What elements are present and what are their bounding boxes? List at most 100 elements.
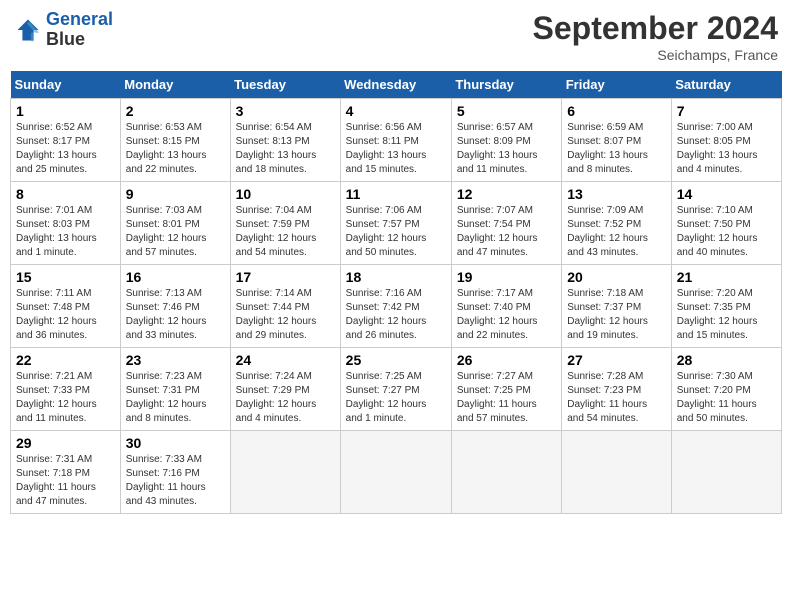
title-block: September 2024 Seichamps, France <box>533 10 778 63</box>
day-number: 8 <box>16 186 115 202</box>
day-number: 7 <box>677 103 776 119</box>
day-number: 4 <box>346 103 446 119</box>
day-18: 18 Sunrise: 7:16 AMSunset: 7:42 PMDaylig… <box>340 265 451 348</box>
day-number: 28 <box>677 352 776 368</box>
day-26: 26 Sunrise: 7:27 AMSunset: 7:25 PMDaylig… <box>451 348 561 431</box>
day-detail: Sunrise: 7:16 AMSunset: 7:42 PMDaylight:… <box>346 287 446 343</box>
day-number: 10 <box>236 186 335 202</box>
day-detail: Sunrise: 7:31 AMSunset: 7:18 PMDaylight:… <box>16 453 115 509</box>
day-number: 21 <box>677 269 776 285</box>
week-row-2: 8 Sunrise: 7:01 AMSunset: 8:03 PMDayligh… <box>11 182 782 265</box>
day-detail: Sunrise: 7:06 AMSunset: 7:57 PMDaylight:… <box>346 204 446 260</box>
empty-cell <box>230 431 340 514</box>
day-27: 27 Sunrise: 7:28 AMSunset: 7:23 PMDaylig… <box>562 348 671 431</box>
month-title: September 2024 <box>533 10 778 47</box>
day-detail: Sunrise: 7:28 AMSunset: 7:23 PMDaylight:… <box>567 370 665 426</box>
day-15: 15 Sunrise: 7:11 AMSunset: 7:48 PMDaylig… <box>11 265 121 348</box>
page-header: General Blue September 2024 Seichamps, F… <box>10 10 782 63</box>
day-5: 5 Sunrise: 6:57 AMSunset: 8:09 PMDayligh… <box>451 99 561 182</box>
day-number: 18 <box>346 269 446 285</box>
day-number: 11 <box>346 186 446 202</box>
day-detail: Sunrise: 7:27 AMSunset: 7:25 PMDaylight:… <box>457 370 556 426</box>
day-detail: Sunrise: 6:53 AMSunset: 8:15 PMDaylight:… <box>126 121 225 177</box>
location: Seichamps, France <box>533 47 778 63</box>
day-number: 2 <box>126 103 225 119</box>
day-16: 16 Sunrise: 7:13 AMSunset: 7:46 PMDaylig… <box>120 265 230 348</box>
day-22: 22 Sunrise: 7:21 AMSunset: 7:33 PMDaylig… <box>11 348 121 431</box>
col-wednesday: Wednesday <box>340 71 451 99</box>
day-detail: Sunrise: 7:33 AMSunset: 7:16 PMDaylight:… <box>126 453 225 509</box>
day-3: 3 Sunrise: 6:54 AMSunset: 8:13 PMDayligh… <box>230 99 340 182</box>
day-number: 3 <box>236 103 335 119</box>
day-detail: Sunrise: 7:01 AMSunset: 8:03 PMDaylight:… <box>16 204 115 260</box>
day-detail: Sunrise: 7:18 AMSunset: 7:37 PMDaylight:… <box>567 287 665 343</box>
col-thursday: Thursday <box>451 71 561 99</box>
day-14: 14 Sunrise: 7:10 AMSunset: 7:50 PMDaylig… <box>671 182 781 265</box>
day-detail: Sunrise: 7:03 AMSunset: 8:01 PMDaylight:… <box>126 204 225 260</box>
calendar-table: Sunday Monday Tuesday Wednesday Thursday… <box>10 71 782 514</box>
day-7: 7 Sunrise: 7:00 AMSunset: 8:05 PMDayligh… <box>671 99 781 182</box>
day-number: 16 <box>126 269 225 285</box>
day-12: 12 Sunrise: 7:07 AMSunset: 7:54 PMDaylig… <box>451 182 561 265</box>
day-11: 11 Sunrise: 7:06 AMSunset: 7:57 PMDaylig… <box>340 182 451 265</box>
day-25: 25 Sunrise: 7:25 AMSunset: 7:27 PMDaylig… <box>340 348 451 431</box>
day-24: 24 Sunrise: 7:24 AMSunset: 7:29 PMDaylig… <box>230 348 340 431</box>
day-detail: Sunrise: 7:25 AMSunset: 7:27 PMDaylight:… <box>346 370 446 426</box>
day-detail: Sunrise: 7:20 AMSunset: 7:35 PMDaylight:… <box>677 287 776 343</box>
day-number: 24 <box>236 352 335 368</box>
day-detail: Sunrise: 7:07 AMSunset: 7:54 PMDaylight:… <box>457 204 556 260</box>
day-1: 1 Sunrise: 6:52 AMSunset: 8:17 PMDayligh… <box>11 99 121 182</box>
week-row-1: 1 Sunrise: 6:52 AMSunset: 8:17 PMDayligh… <box>11 99 782 182</box>
day-number: 22 <box>16 352 115 368</box>
col-sunday: Sunday <box>11 71 121 99</box>
day-detail: Sunrise: 7:00 AMSunset: 8:05 PMDaylight:… <box>677 121 776 177</box>
logo-text: General Blue <box>46 10 113 50</box>
day-number: 26 <box>457 352 556 368</box>
day-detail: Sunrise: 7:11 AMSunset: 7:48 PMDaylight:… <box>16 287 115 343</box>
day-number: 5 <box>457 103 556 119</box>
day-23: 23 Sunrise: 7:23 AMSunset: 7:31 PMDaylig… <box>120 348 230 431</box>
day-detail: Sunrise: 7:10 AMSunset: 7:50 PMDaylight:… <box>677 204 776 260</box>
day-detail: Sunrise: 7:17 AMSunset: 7:40 PMDaylight:… <box>457 287 556 343</box>
week-row-4: 22 Sunrise: 7:21 AMSunset: 7:33 PMDaylig… <box>11 348 782 431</box>
day-detail: Sunrise: 6:56 AMSunset: 8:11 PMDaylight:… <box>346 121 446 177</box>
day-20: 20 Sunrise: 7:18 AMSunset: 7:37 PMDaylig… <box>562 265 671 348</box>
day-13: 13 Sunrise: 7:09 AMSunset: 7:52 PMDaylig… <box>562 182 671 265</box>
day-number: 23 <box>126 352 225 368</box>
day-number: 12 <box>457 186 556 202</box>
week-row-5: 29 Sunrise: 7:31 AMSunset: 7:18 PMDaylig… <box>11 431 782 514</box>
day-17: 17 Sunrise: 7:14 AMSunset: 7:44 PMDaylig… <box>230 265 340 348</box>
day-number: 1 <box>16 103 115 119</box>
col-saturday: Saturday <box>671 71 781 99</box>
day-detail: Sunrise: 6:59 AMSunset: 8:07 PMDaylight:… <box>567 121 665 177</box>
logo-icon <box>14 16 42 44</box>
day-detail: Sunrise: 7:24 AMSunset: 7:29 PMDaylight:… <box>236 370 335 426</box>
day-number: 17 <box>236 269 335 285</box>
day-6: 6 Sunrise: 6:59 AMSunset: 8:07 PMDayligh… <box>562 99 671 182</box>
day-number: 15 <box>16 269 115 285</box>
day-10: 10 Sunrise: 7:04 AMSunset: 7:59 PMDaylig… <box>230 182 340 265</box>
day-number: 25 <box>346 352 446 368</box>
day-number: 20 <box>567 269 665 285</box>
logo: General Blue <box>14 10 113 50</box>
empty-cell <box>671 431 781 514</box>
col-friday: Friday <box>562 71 671 99</box>
day-detail: Sunrise: 6:52 AMSunset: 8:17 PMDaylight:… <box>16 121 115 177</box>
day-number: 14 <box>677 186 776 202</box>
day-29: 29 Sunrise: 7:31 AMSunset: 7:18 PMDaylig… <box>11 431 121 514</box>
day-4: 4 Sunrise: 6:56 AMSunset: 8:11 PMDayligh… <box>340 99 451 182</box>
day-number: 13 <box>567 186 665 202</box>
day-number: 6 <box>567 103 665 119</box>
day-detail: Sunrise: 7:21 AMSunset: 7:33 PMDaylight:… <box>16 370 115 426</box>
empty-cell <box>451 431 561 514</box>
day-number: 9 <box>126 186 225 202</box>
day-detail: Sunrise: 7:23 AMSunset: 7:31 PMDaylight:… <box>126 370 225 426</box>
day-9: 9 Sunrise: 7:03 AMSunset: 8:01 PMDayligh… <box>120 182 230 265</box>
week-row-3: 15 Sunrise: 7:11 AMSunset: 7:48 PMDaylig… <box>11 265 782 348</box>
empty-cell <box>340 431 451 514</box>
day-detail: Sunrise: 7:04 AMSunset: 7:59 PMDaylight:… <box>236 204 335 260</box>
day-8: 8 Sunrise: 7:01 AMSunset: 8:03 PMDayligh… <box>11 182 121 265</box>
day-21: 21 Sunrise: 7:20 AMSunset: 7:35 PMDaylig… <box>671 265 781 348</box>
day-number: 30 <box>126 435 225 451</box>
day-number: 29 <box>16 435 115 451</box>
